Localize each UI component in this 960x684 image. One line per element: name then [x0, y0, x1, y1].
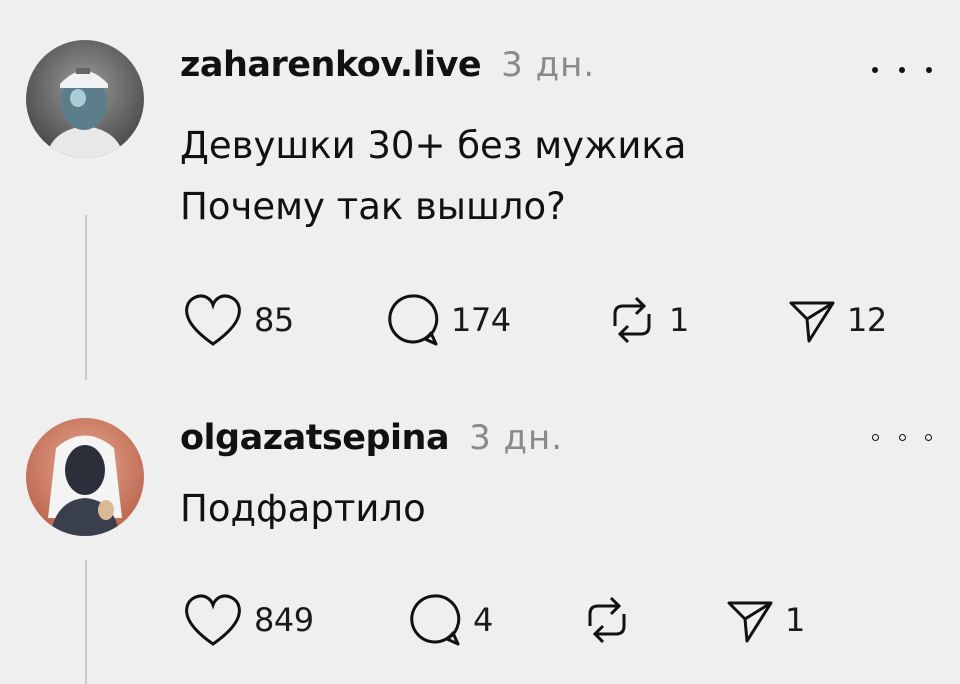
share-button[interactable]: 1 — [725, 590, 805, 650]
post: zaharenkov.live 3 дн. Девушки 30+ без му… — [0, 0, 960, 390]
repost-button[interactable]: 1 — [605, 290, 689, 350]
heart-icon — [185, 294, 241, 346]
avatar[interactable] — [26, 418, 144, 536]
repost-arrows-icon — [613, 296, 651, 344]
post-actions: 85 174 1 12 — [180, 290, 940, 350]
comment-button[interactable]: 4 — [405, 590, 493, 650]
repost-button[interactable] — [580, 590, 644, 650]
heart-icon — [185, 594, 241, 646]
more-dots-icon[interactable] — [872, 422, 932, 452]
timestamp: 3 дн. — [469, 418, 564, 458]
like-button[interactable]: 85 — [182, 290, 294, 350]
post-text: Девушки 30+ без мужика Почему так вышло? — [180, 115, 686, 237]
username[interactable]: zaharenkov.live — [180, 45, 482, 85]
thread-line — [85, 215, 87, 380]
comment-count: 174 — [451, 301, 511, 339]
post-text-line: Девушки 30+ без мужика — [180, 124, 687, 167]
share-button[interactable]: 12 — [787, 290, 887, 350]
post-text-line: Подфартило — [180, 487, 426, 530]
share-count: 1 — [785, 601, 805, 639]
speech-bubble-icon — [410, 594, 461, 646]
repost-arrows-icon — [588, 596, 626, 644]
post-text-line: Почему так вышло? — [180, 185, 566, 228]
paper-plane-icon — [727, 601, 773, 643]
share-count: 12 — [847, 301, 887, 339]
post-header: zaharenkov.live 3 дн. — [180, 45, 595, 85]
post-actions: 849 4 1 — [180, 590, 940, 650]
post-text: Подфартило — [180, 478, 426, 539]
post-header: olgazatsepina 3 дн. — [180, 418, 563, 458]
thread-line — [85, 560, 87, 684]
username[interactable]: olgazatsepina — [180, 418, 450, 458]
comment-count: 4 — [473, 601, 493, 639]
timestamp: 3 дн. — [501, 45, 596, 85]
paper-plane-icon — [789, 301, 835, 343]
like-count: 85 — [254, 301, 294, 339]
post: olgazatsepina 3 дн. Подфартило 849 4 1 — [0, 390, 960, 684]
more-dots-icon[interactable] — [872, 55, 932, 85]
like-count: 849 — [254, 601, 314, 639]
comment-button[interactable]: 174 — [383, 290, 511, 350]
speech-bubble-icon — [388, 294, 439, 346]
repost-count: 1 — [669, 301, 689, 339]
avatar[interactable] — [26, 40, 144, 158]
like-button[interactable]: 849 — [182, 590, 314, 650]
